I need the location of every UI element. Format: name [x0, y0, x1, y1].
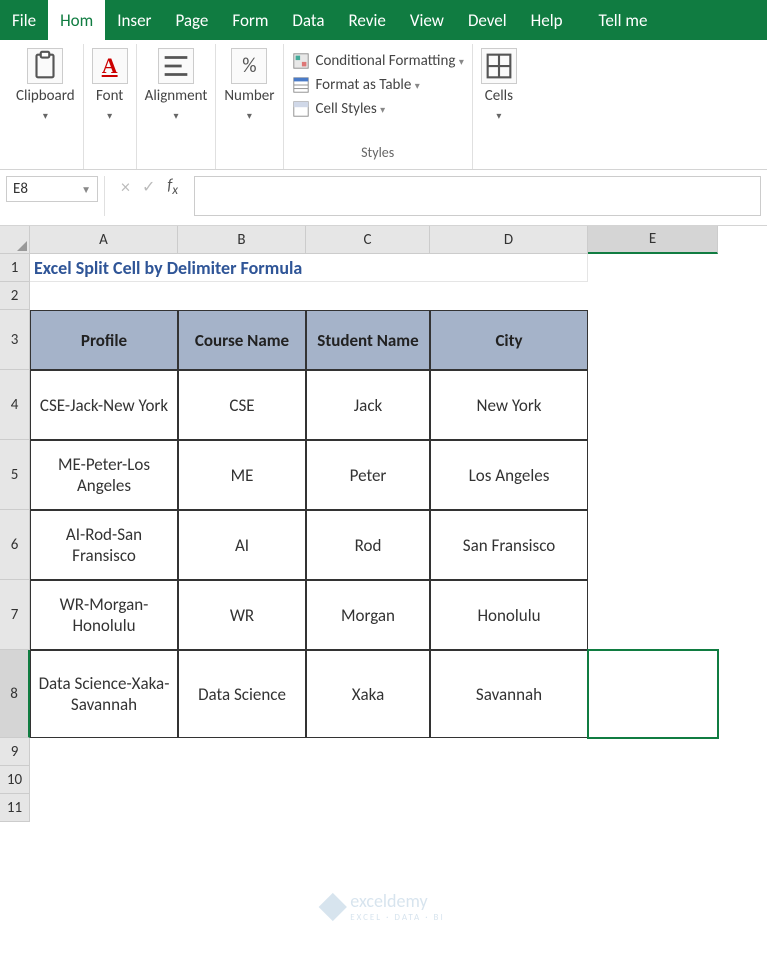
- menu-help[interactable]: Help: [519, 0, 575, 40]
- table-cell[interactable]: Xaka: [306, 650, 430, 738]
- menu-page[interactable]: Page: [163, 0, 220, 40]
- table-cell[interactable]: San Fransisco: [430, 510, 588, 580]
- column-header-D[interactable]: D: [430, 226, 588, 254]
- ribbon-group-label: Styles: [361, 144, 394, 165]
- column-header-C[interactable]: C: [306, 226, 430, 254]
- enter-icon[interactable]: ✓: [142, 177, 155, 197]
- menu-hom[interactable]: Hom: [48, 0, 105, 40]
- row-header-11[interactable]: 11: [0, 794, 30, 822]
- menu-data[interactable]: Data: [280, 0, 336, 40]
- alignment-icon: [158, 48, 194, 84]
- number-icon: %: [231, 48, 267, 84]
- table-cell[interactable]: Data Science: [178, 650, 306, 738]
- row-header-9[interactable]: 9: [0, 738, 30, 766]
- row-header-1[interactable]: 1: [0, 254, 30, 282]
- menu-view[interactable]: View: [398, 0, 456, 40]
- menu-inser[interactable]: Inser: [105, 0, 163, 40]
- table-cell[interactable]: Jack: [306, 370, 430, 440]
- table-cell[interactable]: ME-Peter-Los Angeles: [30, 440, 178, 510]
- table-header[interactable]: Course Name: [178, 310, 306, 370]
- font-button[interactable]: AFont▾: [92, 48, 128, 122]
- menu-bar: FileHomInserPageFormDataRevieViewDevelHe…: [0, 0, 767, 40]
- cancel-icon[interactable]: ×: [121, 176, 130, 198]
- column-header-E[interactable]: E: [588, 226, 718, 254]
- conditional-formatting-button[interactable]: Conditional Formatting ▾: [292, 52, 464, 70]
- table-cell[interactable]: CSE-Jack-New York: [30, 370, 178, 440]
- row-header-5[interactable]: 5: [0, 440, 30, 510]
- table-cell[interactable]: AI: [178, 510, 306, 580]
- table-cell[interactable]: ME: [178, 440, 306, 510]
- ribbon-group-alignment: Alignment▾: [137, 44, 217, 169]
- ribbon-group-font: AFont▾: [84, 44, 137, 169]
- table-header[interactable]: Student Name: [306, 310, 430, 370]
- format-as-table-button[interactable]: Format as Table ▾: [292, 76, 464, 94]
- table-cell[interactable]: Honolulu: [430, 580, 588, 650]
- column-headers: ABCDE: [0, 226, 767, 254]
- ribbon-group-styles: Conditional Formatting ▾ Format as Table …: [284, 44, 473, 169]
- row-header-6[interactable]: 6: [0, 510, 30, 580]
- table-cell[interactable]: Morgan: [306, 580, 430, 650]
- table-cell[interactable]: AI-Rod-San Fransisco: [30, 510, 178, 580]
- row-header-8[interactable]: 8: [0, 650, 30, 738]
- grid: ABCDE 1234567891011 Excel Split Cell by …: [0, 226, 767, 254]
- row-header-10[interactable]: 10: [0, 766, 30, 794]
- table-cell[interactable]: Peter: [306, 440, 430, 510]
- select-all-corner[interactable]: [0, 226, 30, 254]
- table-cell[interactable]: Savannah: [430, 650, 588, 738]
- table-cell[interactable]: New York: [430, 370, 588, 440]
- formula-input[interactable]: [194, 176, 761, 216]
- font-icon: A: [92, 48, 128, 84]
- table-cell[interactable]: CSE: [178, 370, 306, 440]
- title-cell[interactable]: Excel Split Cell by Delimiter Formula: [30, 254, 588, 282]
- table-cell[interactable]: Los Angeles: [430, 440, 588, 510]
- row-headers: 1234567891011: [0, 254, 30, 822]
- fx-icon[interactable]: fx: [167, 176, 178, 198]
- table-cell[interactable]: Rod: [306, 510, 430, 580]
- menu-devel[interactable]: Devel: [456, 0, 519, 40]
- ribbon: Clipboard▾AFont▾Alignment▾%Number▾Condit…: [0, 40, 767, 170]
- table-cell[interactable]: WR-Morgan-Honolulu: [30, 580, 178, 650]
- ribbon-group-clipboard: Clipboard▾: [8, 44, 84, 169]
- menu-file[interactable]: File: [0, 0, 48, 40]
- selected-cell[interactable]: [588, 650, 718, 738]
- clipboard-button[interactable]: Clipboard▾: [16, 48, 75, 122]
- watermark: exceldemy EXCEL · DATA · BI: [322, 890, 444, 923]
- menu-form[interactable]: Form: [220, 0, 280, 40]
- column-header-B[interactable]: B: [178, 226, 306, 254]
- tell-me-input[interactable]: Tell me: [591, 10, 767, 31]
- cells-button[interactable]: Cells▾: [481, 48, 517, 122]
- row-header-4[interactable]: 4: [0, 370, 30, 440]
- table-header[interactable]: Profile: [30, 310, 178, 370]
- menu-revie[interactable]: Revie: [337, 0, 398, 40]
- clipboard-icon: [27, 48, 63, 84]
- table-cell[interactable]: WR: [178, 580, 306, 650]
- name-box[interactable]: E8 ▼: [6, 176, 98, 202]
- column-header-A[interactable]: A: [30, 226, 178, 254]
- row-header-3[interactable]: 3: [0, 310, 30, 370]
- number-button[interactable]: %Number▾: [224, 48, 274, 122]
- cell-styles-button[interactable]: Cell Styles ▾: [292, 100, 464, 118]
- row-header-2[interactable]: 2: [0, 282, 30, 310]
- table-header[interactable]: City: [430, 310, 588, 370]
- row-header-7[interactable]: 7: [0, 580, 30, 650]
- table-cell[interactable]: Data Science-Xaka-Savannah: [30, 650, 178, 738]
- ribbon-group-number: %Number▾: [216, 44, 283, 169]
- watermark-logo-icon: [318, 892, 346, 920]
- ribbon-group-cells: Cells▾: [473, 44, 525, 169]
- cells-icon: [481, 48, 517, 84]
- alignment-button[interactable]: Alignment▾: [145, 48, 208, 122]
- formula-bar: E8 ▼ × ✓ fx: [0, 170, 767, 226]
